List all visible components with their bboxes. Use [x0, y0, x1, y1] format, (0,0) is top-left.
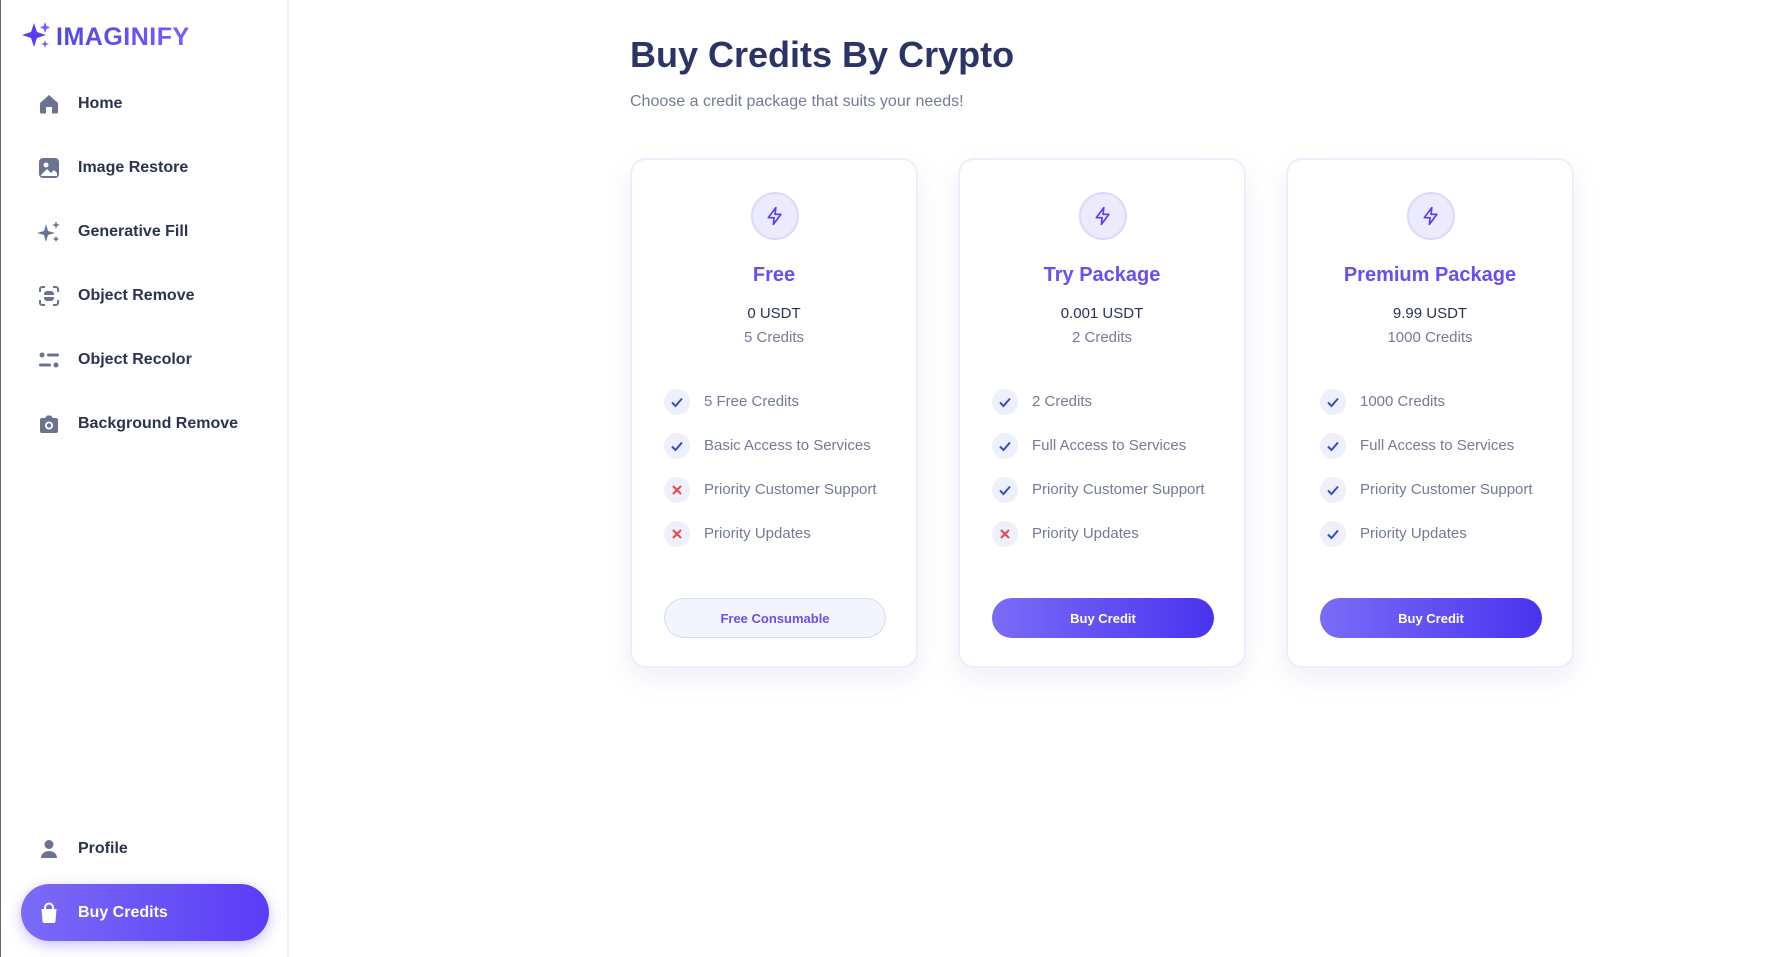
plan-name: Try Package	[1043, 264, 1161, 286]
sidebar-item-background-remove[interactable]: Background Remove	[21, 395, 269, 452]
cross-icon	[664, 521, 690, 547]
feature-item: Priority Customer Support	[664, 468, 894, 512]
plan-card-try: Try Package 0.001 USDT 2 Credits 2 Credi…	[958, 158, 1246, 668]
home-icon	[37, 92, 61, 116]
feature-text: 2 Credits	[1032, 393, 1093, 410]
bag-icon	[37, 901, 61, 925]
feature-item: 1000 Credits	[1320, 380, 1550, 424]
feature-item: 5 Free Credits	[664, 380, 894, 424]
feature-item: Priority Customer Support	[992, 468, 1222, 512]
sidebar-bottom-nav: Profile Buy Credits	[21, 820, 269, 948]
sidebar-item-label: Object Recolor	[78, 350, 192, 368]
feature-item: Priority Updates	[992, 512, 1222, 556]
sidebar-item-home[interactable]: Home	[21, 75, 269, 132]
lightning-icon	[1079, 192, 1127, 240]
feature-text: Priority Customer Support	[1360, 481, 1533, 498]
sidebar-item-object-recolor[interactable]: Object Recolor	[21, 331, 269, 388]
check-icon	[992, 477, 1018, 503]
lightning-icon	[751, 192, 799, 240]
feature-item: Priority Customer Support	[1320, 468, 1550, 512]
sidebar-item-label: Home	[78, 94, 123, 112]
sidebar-nav: Home Image Restore Generative Fill Objec…	[21, 75, 269, 459]
feature-list: 1000 Credits Full Access to Services Pri…	[1320, 380, 1550, 556]
image-icon	[37, 156, 61, 180]
buy-credit-button[interactable]: Buy Credit	[992, 598, 1214, 638]
check-icon	[1320, 521, 1346, 547]
feature-text: Priority Updates	[704, 525, 811, 542]
feature-text: Priority Customer Support	[1032, 481, 1205, 498]
sidebar-item-label: Buy Credits	[78, 903, 168, 921]
scan-icon	[37, 284, 61, 308]
feature-text: Full Access to Services	[1032, 437, 1187, 454]
buy-credit-button[interactable]: Buy Credit	[1320, 598, 1542, 638]
page-subtitle: Choose a credit package that suits your …	[630, 93, 964, 110]
feature-item: Full Access to Services	[1320, 424, 1550, 468]
plan-credits: 5 Credits	[743, 329, 805, 346]
feature-item: Priority Updates	[664, 512, 894, 556]
sidebar: IMAGINIFY Home Image Restore Generative …	[0, 0, 289, 957]
sidebar-item-profile[interactable]: Profile	[21, 820, 269, 877]
feature-item: 2 Credits	[992, 380, 1222, 424]
sidebar-item-buy-credits[interactable]: Buy Credits	[21, 884, 269, 941]
plan-name: Premium Package	[1343, 264, 1517, 286]
sidebar-item-image-restore[interactable]: Image Restore	[21, 139, 269, 196]
feature-item: Priority Updates	[1320, 512, 1550, 556]
check-icon	[1320, 389, 1346, 415]
check-icon	[992, 433, 1018, 459]
logo-sparkle-icon	[21, 20, 51, 55]
check-icon	[1320, 433, 1346, 459]
feature-item: Full Access to Services	[992, 424, 1222, 468]
check-icon	[664, 389, 690, 415]
app-name: IMAGINIFY	[56, 23, 190, 51]
sidebar-item-label: Object Remove	[78, 286, 195, 304]
plan-credits: 1000 Credits	[1387, 329, 1473, 346]
cross-icon	[664, 477, 690, 503]
plan-credits: 2 Credits	[1071, 329, 1133, 346]
check-icon	[992, 389, 1018, 415]
cross-icon	[992, 521, 1018, 547]
user-icon	[37, 837, 61, 861]
feature-text: Priority Updates	[1360, 525, 1467, 542]
plan-price: 0 USDT	[747, 305, 801, 322]
lightning-icon	[1407, 192, 1455, 240]
feature-list: 2 Credits Full Access to Services Priori…	[992, 380, 1222, 556]
sidebar-item-label: Background Remove	[78, 414, 239, 432]
feature-text: Full Access to Services	[1360, 437, 1515, 454]
plan-name: Free	[752, 264, 796, 286]
feature-text: Priority Customer Support	[704, 481, 877, 498]
plan-card-free: Free 0 USDT 5 Credits 5 Free Credits Bas…	[630, 158, 918, 668]
sparkles-icon	[37, 220, 61, 244]
page-title: Buy Credits By Crypto	[630, 34, 1015, 75]
sidebar-item-generative-fill[interactable]: Generative Fill	[21, 203, 269, 260]
feature-text: 5 Free Credits	[704, 393, 800, 410]
check-icon	[1320, 477, 1346, 503]
plan-card-premium: Premium Package 9.99 USDT 1000 Credits 1…	[1286, 158, 1574, 668]
check-icon	[664, 433, 690, 459]
feature-text: Basic Access to Services	[704, 437, 871, 454]
plan-price: 0.001 USDT	[1060, 305, 1144, 322]
sidebar-item-label: Profile	[78, 839, 128, 857]
feature-item: Basic Access to Services	[664, 424, 894, 468]
plan-price: 9.99 USDT	[1392, 305, 1468, 322]
sidebar-item-label: Generative Fill	[78, 222, 189, 240]
camera-icon	[37, 412, 61, 436]
app-logo[interactable]: IMAGINIFY	[21, 20, 190, 55]
filter-icon	[37, 348, 61, 372]
feature-text: 1000 Credits	[1360, 393, 1446, 410]
feature-text: Priority Updates	[1032, 525, 1139, 542]
free-consumable-button[interactable]: Free Consumable	[664, 598, 886, 638]
sidebar-item-object-remove[interactable]: Object Remove	[21, 267, 269, 324]
sidebar-item-label: Image Restore	[78, 158, 189, 176]
feature-list: 5 Free Credits Basic Access to Services …	[664, 380, 894, 556]
